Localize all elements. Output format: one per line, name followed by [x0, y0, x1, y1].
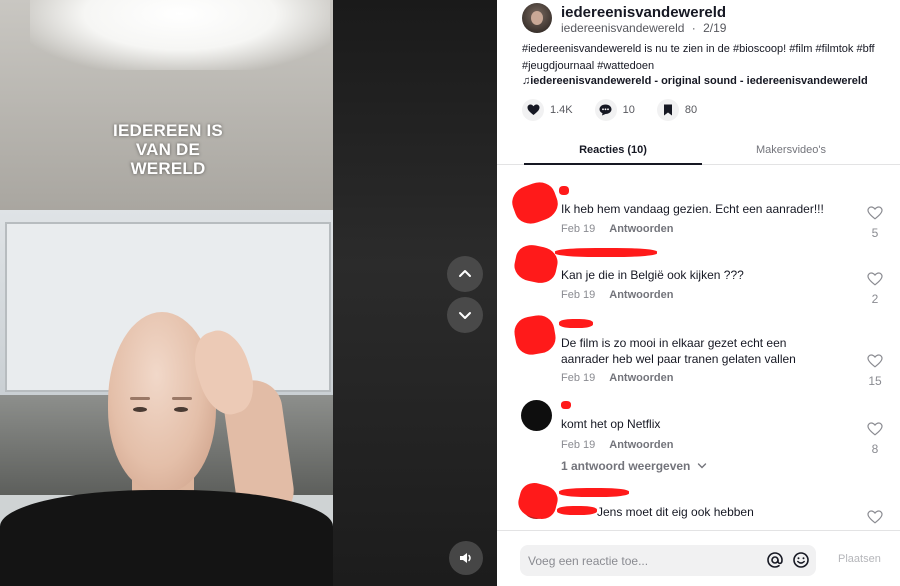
like-button[interactable] — [522, 99, 544, 121]
comment-text: Jens moet dit eig ook hebben — [597, 505, 754, 519]
redaction-mark — [512, 312, 558, 358]
comment-count: 10 — [622, 104, 635, 116]
music-info[interactable]: ♫iedereenisvandewereld - original sound … — [522, 75, 868, 87]
comment-meta: Feb 19 Antwoorden — [561, 289, 673, 301]
like-action: 1.4K — [522, 99, 573, 121]
comment-like-button[interactable]: 15 — [865, 354, 885, 388]
heart-outline-icon — [867, 206, 883, 220]
volume-button[interactable] — [449, 541, 483, 575]
comment-input-box[interactable] — [520, 545, 816, 576]
comment-meta: Feb 19 Antwoorden — [561, 372, 673, 384]
separator-dot: · — [691, 21, 696, 35]
scene-brow — [172, 397, 192, 400]
redaction-mark — [559, 488, 629, 497]
comment-date: Feb 19 — [561, 289, 596, 301]
music-note-icon: ♫ — [522, 75, 531, 87]
save-action: 80 — [656, 99, 698, 121]
comment-like-button[interactable]: 2 — [865, 272, 885, 306]
chevron-down-icon — [459, 312, 471, 319]
scene-eye — [174, 407, 188, 412]
reply-button[interactable]: Antwoorden — [609, 223, 673, 235]
comment-action: 10 — [594, 99, 635, 121]
reply-button[interactable]: Antwoorden — [609, 439, 673, 451]
post-date: 2/19 — [703, 21, 727, 35]
comment-date: Feb 19 — [561, 439, 596, 451]
save-button[interactable] — [656, 99, 679, 121]
view-replies-button[interactable]: 1 antwoord weergeven — [561, 459, 707, 473]
video-player[interactable]: IEDEREEN IS VAN DE WERELD — [0, 0, 497, 586]
redaction-mark — [507, 177, 563, 229]
scene-lamp — [30, 0, 330, 70]
action-bar: 1.4K 10 80 — [522, 99, 719, 121]
comment-text: Ik heb hem vandaag gezien. Echt een aanr… — [561, 202, 824, 216]
previous-video-button[interactable] — [447, 256, 483, 292]
view-replies-label: 1 antwoord weergeven — [561, 459, 691, 473]
author-username[interactable]: iedereenisvandewereld — [561, 4, 726, 21]
comment-button[interactable] — [594, 99, 617, 121]
reply-button[interactable]: Antwoorden — [609, 289, 673, 301]
chevron-up-icon — [459, 270, 471, 277]
heart-icon — [527, 104, 539, 115]
emoji-icon[interactable] — [792, 551, 810, 569]
comment-composer: Plaatsen — [497, 530, 900, 586]
redaction-mark — [559, 186, 569, 195]
comment-like-count: 5 — [871, 226, 879, 240]
video-frame[interactable]: IEDEREEN IS VAN DE WERELD — [0, 0, 333, 586]
redaction-mark — [515, 479, 561, 523]
comment-text: Kan je die in België ook kijken ??? — [561, 268, 744, 282]
author-avatar[interactable] — [522, 3, 552, 33]
heart-outline-icon — [867, 272, 883, 286]
comment-like-button[interactable]: 5 — [865, 206, 885, 240]
reply-button[interactable]: Antwoorden — [609, 372, 673, 384]
tab-makersvideos[interactable]: Makersvideo's — [702, 136, 880, 165]
author-handle[interactable]: iedereenisvandewereld — [561, 21, 684, 35]
comment-text: komt het op Netflix — [561, 417, 661, 431]
comment-icon — [599, 104, 612, 116]
scene-eye — [133, 407, 147, 412]
comment-like-button[interactable] — [865, 510, 885, 530]
comment-like-count: 15 — [868, 374, 882, 388]
tab-reacties[interactable]: Reacties (10) — [524, 136, 702, 165]
author-subline: iedereenisvandewereld · 2/19 — [561, 21, 726, 35]
app-root: IEDEREEN IS VAN DE WERELD iedereenisvand… — [0, 0, 900, 586]
scene-cape — [0, 490, 333, 586]
video-backdrop — [333, 0, 497, 586]
post-caption: #iedereenisvandewereld is nu te zien in … — [522, 43, 875, 72]
next-video-button[interactable] — [447, 297, 483, 333]
comment-like-count: 2 — [871, 292, 879, 306]
comment-text: De film is zo mooi in elkaar gezet echt … — [561, 336, 796, 366]
music-title: iedereenisvandewereld - original sound -… — [530, 75, 868, 87]
scene-brow — [130, 397, 150, 400]
details-panel: iedereenisvandewereld iedereenisvandewer… — [497, 0, 900, 586]
comment-like-count: 8 — [871, 442, 879, 456]
mention-icon[interactable] — [766, 551, 784, 569]
redaction-mark — [559, 319, 593, 328]
redaction-mark — [561, 401, 571, 409]
commenter-avatar[interactable] — [521, 400, 552, 431]
redaction-mark — [511, 242, 561, 286]
heart-outline-icon — [867, 354, 883, 368]
bookmark-icon — [663, 104, 672, 116]
save-count: 80 — [684, 104, 698, 116]
comment-date: Feb 19 — [561, 223, 596, 235]
comment-input[interactable] — [528, 545, 768, 576]
like-count: 1.4K — [550, 104, 573, 116]
redaction-mark — [557, 506, 597, 515]
comment-meta: Feb 19 Antwoorden — [561, 223, 673, 235]
video-overlay-title: IEDEREEN IS VAN DE WERELD — [113, 121, 223, 178]
tab-bar: Reacties (10) Makersvideo's — [497, 136, 900, 165]
comment-meta: Feb 19 Antwoorden — [561, 439, 673, 451]
comment-date: Feb 19 — [561, 372, 596, 384]
comment-like-button[interactable]: 8 — [865, 422, 885, 456]
heart-outline-icon — [867, 422, 883, 436]
post-header: iedereenisvandewereld iedereenisvandewer… — [497, 0, 900, 166]
comment-list[interactable]: Ik heb hem vandaag gezien. Echt een aanr… — [497, 166, 900, 530]
redaction-mark — [555, 248, 657, 257]
speaker-icon — [460, 553, 471, 563]
chevron-down-icon — [697, 463, 706, 469]
post-button[interactable]: Plaatsen — [838, 553, 881, 565]
heart-outline-icon — [867, 510, 883, 524]
